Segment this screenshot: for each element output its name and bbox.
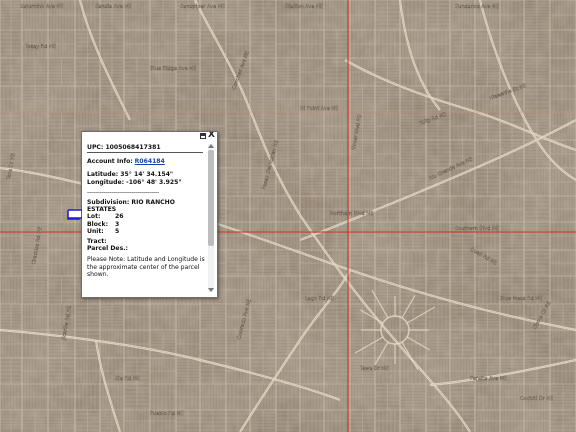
- street-label: Northern Blvd NE: [330, 211, 373, 217]
- parcel-des-label: Parcel Des.:: [87, 245, 128, 253]
- lot-value: 26: [115, 213, 124, 221]
- disclaimer-note: Please Note: Latitude and Longitude is t…: [87, 256, 205, 278]
- subdivision-row: Subdivision: RIO RANCHO ESTATES: [87, 199, 205, 213]
- upc-text: UPC: 1005068417381: [87, 144, 161, 151]
- unit-value: 5: [115, 227, 120, 235]
- account-link[interactable]: R064184: [135, 158, 165, 165]
- subdivision-label: Subdivision:: [87, 199, 130, 207]
- scroll-up-arrow-icon[interactable]: [208, 144, 214, 148]
- street-label: Tokay Rd NE: [24, 44, 56, 50]
- scroll-thumb[interactable]: [208, 150, 214, 246]
- street-label: Zia Rd NE: [115, 376, 140, 382]
- street-label: Hi Point Ave NE: [300, 106, 338, 112]
- street-label: Blue Ridge Ave NE: [150, 66, 196, 72]
- popup-scrollbar[interactable]: [208, 144, 214, 292]
- lot-label: Lot:: [87, 213, 101, 221]
- street-label: Stallion Ave NE: [285, 4, 323, 10]
- popup-divider: [87, 152, 203, 154]
- street-label: Pueblo Rd NE: [150, 411, 184, 417]
- block-value: 3: [115, 220, 120, 228]
- street-label: Tewa Dr NE: [359, 366, 388, 372]
- account-info-row: Account Info: R064184: [87, 158, 205, 165]
- dashed-separator: ------------------------------------: [87, 188, 159, 196]
- street-label: Peralta Ave NE: [470, 376, 507, 382]
- popup-titlebar: X: [82, 132, 217, 141]
- popup-pointer: [68, 209, 82, 219]
- block-row: Block: 3: [87, 221, 205, 228]
- popup-content: UPC: 1005068417381 Account Info: R064184…: [87, 144, 205, 278]
- unit-row: Unit: 5: [87, 228, 205, 235]
- minimize-button[interactable]: [200, 133, 206, 139]
- street-label: Lago Rd NE: [305, 296, 334, 302]
- street-label: Saturnino Ave NE: [20, 4, 63, 10]
- longitude-text: Longitude: -106° 48' 3.925": [87, 178, 182, 186]
- tract-label: Tract:: [87, 238, 107, 246]
- account-label: Account Info:: [87, 158, 133, 166]
- lot-row: Lot: 26: [87, 213, 205, 220]
- parcel-info-popup: X UPC: 1005068417381 Account Info: R0641…: [81, 131, 218, 298]
- street-label: Southern Blvd NE: [455, 226, 499, 232]
- scroll-down-arrow-icon[interactable]: [208, 288, 214, 292]
- street-label: Sandpiper Ave NE: [180, 4, 225, 10]
- unit-label: Unit:: [87, 227, 104, 235]
- block-label: Block:: [87, 220, 109, 228]
- street-label: Cochiti Dr NE: [520, 396, 553, 402]
- street-label: Blue Mesa Rd NE: [500, 296, 542, 302]
- street-label: Sundance Ave NE: [455, 4, 499, 10]
- close-button[interactable]: X: [208, 132, 215, 141]
- street-label: Sandia Ave NE: [95, 4, 131, 10]
- latitude-text: Latitude: 35° 14' 34.154": [87, 171, 174, 179]
